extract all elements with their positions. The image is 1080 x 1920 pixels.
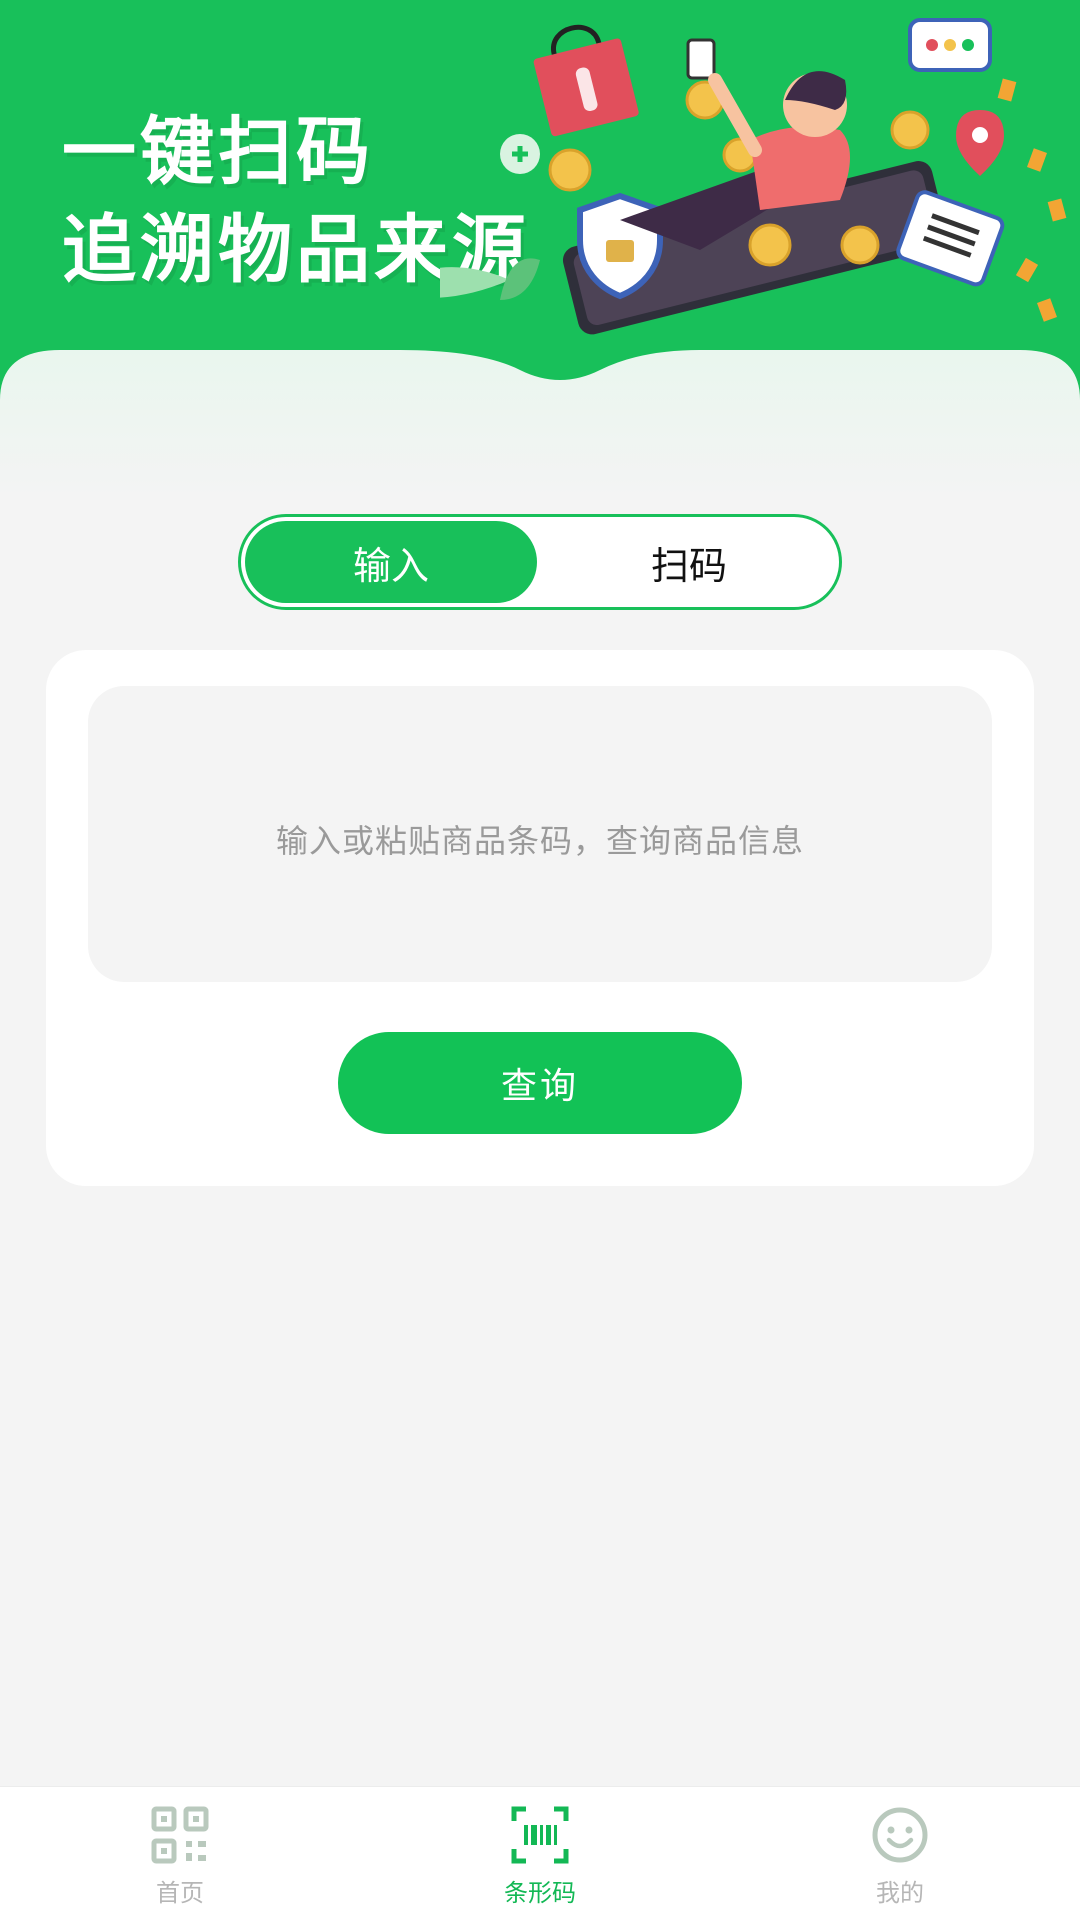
query-button[interactable]: 查询 [338,1032,742,1134]
nav-item-mine[interactable]: 我的 [800,1805,1000,1915]
mode-toggle: 输入 扫码 [238,514,842,610]
app-screen: 一键扫码 追溯物品来源 输入 扫码 输入或粘贴商品条码，查询商品信息 查询 首页… [0,0,1080,1920]
nav-item-home[interactable]: 首页 [80,1805,280,1915]
barcode-scan-icon [511,1806,569,1864]
tab-scan[interactable]: 扫码 [543,521,835,603]
banner-title-line1: 一键扫码 [62,109,374,195]
promo-banner: 一键扫码 追溯物品来源 [0,0,1080,500]
nav-label-home: 首页 [156,1879,204,1907]
qr-code-icon [151,1806,209,1864]
bottom-nav: 首页 条形码 我的 [0,1786,1080,1920]
tab-input[interactable]: 输入 [245,521,537,603]
nav-label-barcode: 条形码 [504,1879,576,1907]
nav-label-mine: 我的 [876,1879,924,1907]
shopping-scan-illustration [440,18,1067,335]
smiley-face-icon [872,1807,928,1863]
query-card: 查询 [46,650,1034,1186]
barcode-input[interactable] [88,686,992,982]
banner-wave-edge [0,350,1080,500]
nav-item-barcode[interactable]: 条形码 [440,1805,640,1915]
